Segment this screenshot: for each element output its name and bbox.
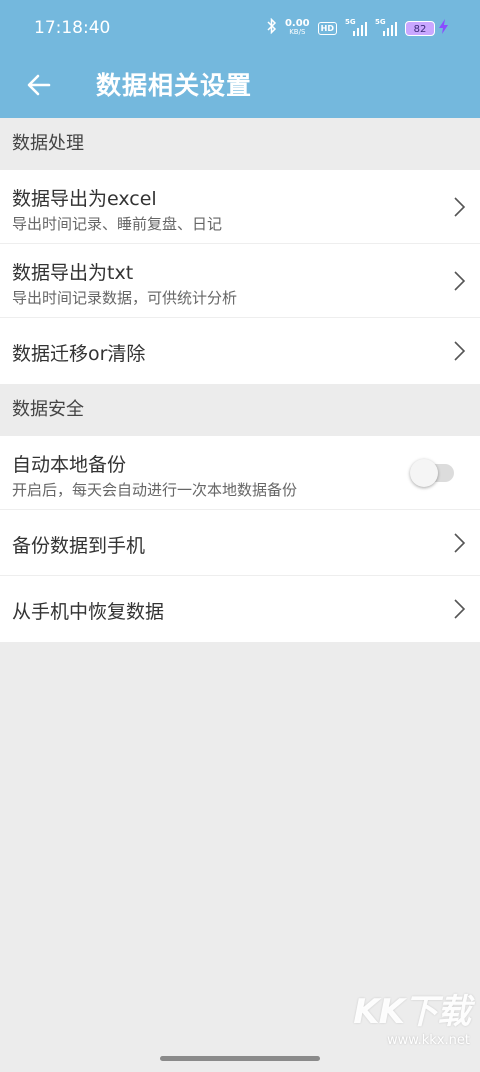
- status-bar: 17:18:40 0.00 KB/S HD 5G 5G 82: [0, 0, 480, 56]
- chevron-right-icon: [454, 197, 466, 217]
- setting-item-title: 自动本地备份: [12, 454, 127, 476]
- section-header-data-security: 数据安全: [12, 399, 84, 420]
- bolt-icon: [439, 18, 448, 38]
- settings-group-data-processing: 数据导出为excel 导出时间记录、睡前复盘、日记 数据导出为txt 导出时间记…: [0, 170, 480, 384]
- setting-item-restore-from-phone[interactable]: 从手机中恢复数据: [0, 576, 480, 642]
- setting-item-title: 数据导出为txt: [12, 262, 134, 284]
- setting-item-migrate-clear[interactable]: 数据迁移or清除: [0, 318, 480, 384]
- back-button[interactable]: [22, 68, 56, 102]
- signal-icon-sim2: 5G: [375, 18, 397, 36]
- arrow-left-icon: [27, 74, 51, 96]
- signal-icon-sim1: 5G: [345, 18, 367, 36]
- auto-backup-toggle[interactable]: [410, 459, 454, 487]
- status-icons: 0.00 KB/S HD 5G 5G 82: [267, 17, 448, 39]
- hd-badge: HD: [317, 21, 337, 35]
- settings-group-data-security: 自动本地备份 开启后，每天会自动进行一次本地数据备份 备份数据到手机 从手机中恢…: [0, 436, 480, 642]
- chevron-right-icon: [454, 271, 466, 291]
- watermark-url: www.kkx.net: [386, 1033, 470, 1048]
- network-speed-value: 0.00: [284, 18, 310, 29]
- setting-item-title: 备份数据到手机: [12, 535, 146, 557]
- setting-item-title: 从手机中恢复数据: [12, 601, 165, 623]
- bluetooth-icon: [267, 17, 277, 38]
- chevron-right-icon: [454, 533, 466, 553]
- app-bar: 数据相关设置: [0, 56, 480, 118]
- chevron-right-icon: [454, 341, 466, 361]
- battery-icon: 82: [405, 20, 435, 36]
- watermark-logo: KK下载: [353, 992, 471, 1032]
- status-time: 17:18:40: [34, 18, 111, 38]
- watermark: KK下载 www.kkx.net: [353, 984, 471, 1048]
- setting-item-export-txt[interactable]: 数据导出为txt 导出时间记录数据，可供统计分析: [0, 244, 480, 318]
- network-speed: 0.00 KB/S: [285, 19, 310, 37]
- network-speed-unit: KB/S: [289, 28, 306, 36]
- toggle-knob: [410, 459, 438, 487]
- setting-item-auto-backup[interactable]: 自动本地备份 开启后，每天会自动进行一次本地数据备份: [0, 436, 480, 510]
- setting-item-subtitle: 开启后，每天会自动进行一次本地数据备份: [12, 481, 298, 499]
- setting-item-title: 数据导出为excel: [12, 188, 157, 210]
- setting-item-subtitle: 导出时间记录数据，可供统计分析: [12, 289, 238, 307]
- page-title: 数据相关设置: [96, 71, 253, 100]
- section-header-data-processing: 数据处理: [12, 133, 84, 154]
- setting-item-export-excel[interactable]: 数据导出为excel 导出时间记录、睡前复盘、日记: [0, 170, 480, 244]
- setting-item-backup-to-phone[interactable]: 备份数据到手机: [0, 510, 480, 576]
- home-indicator[interactable]: [160, 1056, 320, 1061]
- setting-item-title: 数据迁移or清除: [12, 343, 146, 365]
- chevron-right-icon: [454, 599, 466, 619]
- setting-item-subtitle: 导出时间记录、睡前复盘、日记: [12, 215, 223, 233]
